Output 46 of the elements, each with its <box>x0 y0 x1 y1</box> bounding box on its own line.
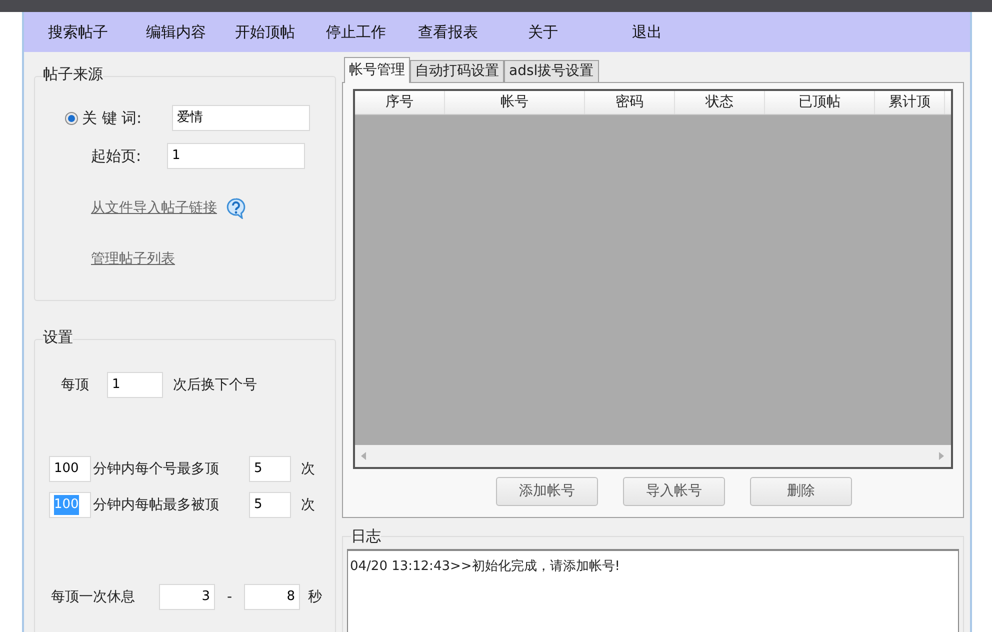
unit-label: 次 <box>301 496 315 514</box>
input-field[interactable]: 爱情 <box>172 105 310 131</box>
menu-item[interactable]: 搜索帖子 <box>48 20 146 44</box>
field-label: 分钟内每帖最多被顶 <box>93 496 220 514</box>
input-field[interactable]: 3 <box>159 584 215 610</box>
column-header[interactable]: 帐号 <box>445 91 585 114</box>
input-field[interactable]: 1 <box>107 372 163 398</box>
column-header[interactable]: 累计顶 <box>875 91 945 114</box>
input-field[interactable]: 8 <box>244 584 300 610</box>
unit-label: 次 <box>301 460 315 478</box>
log-line: 04/20 13:12:43>>初始化完成，请添加帐号! <box>350 558 621 576</box>
action-button[interactable]: 添加帐号 <box>496 477 598 506</box>
column-header[interactable]: 状态 <box>675 91 765 114</box>
field-label: 关 键 词: <box>82 108 143 129</box>
input-field[interactable]: 1 <box>167 143 305 169</box>
unit-label: 秒 <box>308 588 322 606</box>
manage-link[interactable]: 管理帖子列表 <box>91 251 175 267</box>
help-icon[interactable] <box>225 197 247 219</box>
import-link[interactable]: 从文件导入帖子链接 <box>91 198 217 218</box>
scroll-left-icon[interactable] <box>361 452 367 460</box>
tab[interactable]: 帐号管理 <box>344 57 410 83</box>
field-label: 分钟内每个号最多顶 <box>93 460 220 478</box>
column-header[interactable]: 已顶帖 <box>765 91 875 114</box>
menu-item[interactable]: 退出 <box>632 20 702 44</box>
input-field[interactable]: 5 <box>249 456 291 482</box>
menu-item[interactable]: 停止工作 <box>326 20 418 44</box>
field-label: 次后换下个号 <box>173 376 257 394</box>
field-label: 每顶 <box>61 376 90 394</box>
action-button[interactable]: 删除 <box>750 477 852 506</box>
input-field[interactable]: 5 <box>249 492 291 518</box>
input-field[interactable]: 100 <box>49 456 91 482</box>
column-header[interactable]: 密码 <box>585 91 675 114</box>
scroll-right-icon[interactable] <box>939 452 945 460</box>
menu-item[interactable]: 关于 <box>528 20 632 44</box>
menu-item[interactable]: 查看报表 <box>418 20 528 44</box>
column-header[interactable]: 序号 <box>355 91 445 114</box>
field-label: 起始页: <box>91 146 142 167</box>
tab[interactable]: 自动打码设置 <box>410 60 504 82</box>
range-separator: - <box>227 588 232 606</box>
menu-item[interactable]: 开始顶帖 <box>235 20 326 44</box>
menu-item[interactable]: 编辑内容 <box>146 20 235 44</box>
action-button[interactable]: 导入帐号 <box>623 477 725 506</box>
field-label: 每顶一次休息 <box>51 588 136 606</box>
radio-button[interactable] <box>65 112 78 124</box>
tab[interactable]: adsl拔号设置 <box>504 60 599 82</box>
horizontal-scrollbar[interactable] <box>355 445 951 467</box>
